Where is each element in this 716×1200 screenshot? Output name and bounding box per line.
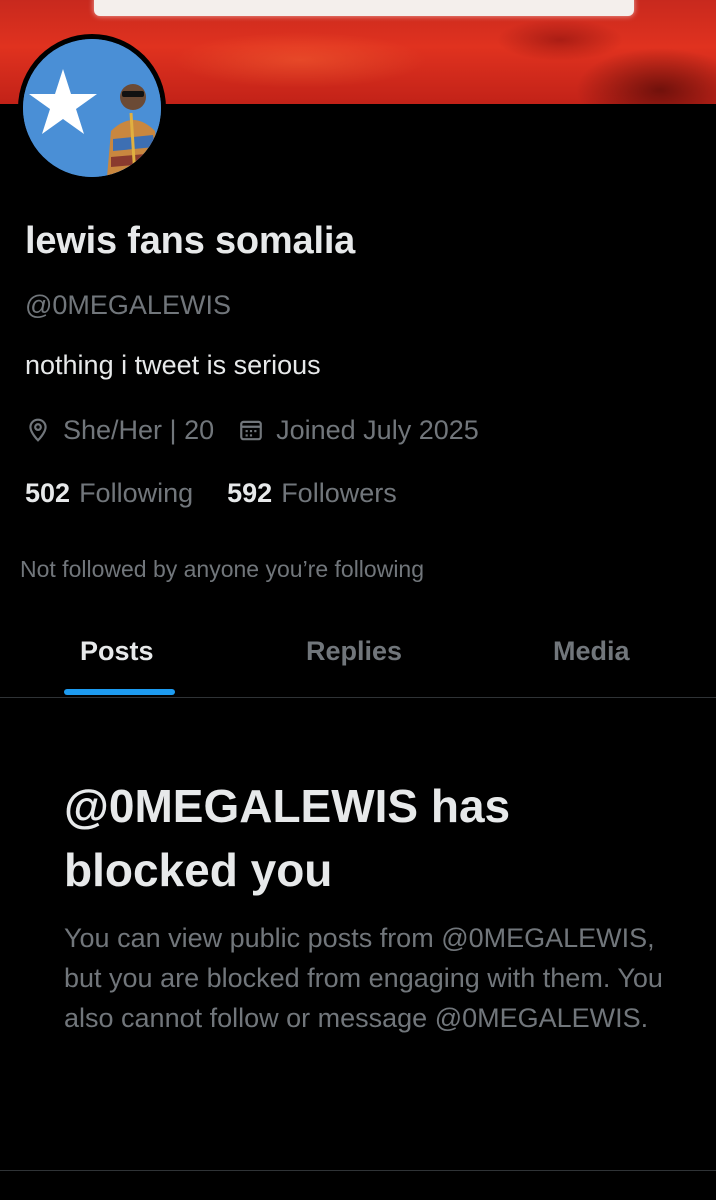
active-tab-indicator [64, 689, 175, 695]
tab-replies[interactable]: Replies [306, 636, 402, 667]
followers-link[interactable]: Followers [281, 478, 397, 509]
following-count[interactable]: 502 [25, 478, 70, 509]
following-link[interactable]: Following [79, 478, 193, 509]
avatar-illustration [23, 39, 161, 177]
profile-meta: She/Her | 20 Joined July 2025 [25, 412, 479, 448]
profile-location: She/Her | 20 [63, 414, 215, 445]
follow-stats: 502 Following 592 Followers [25, 475, 397, 511]
tab-media[interactable]: Media [553, 636, 630, 667]
blocked-title: @0MEGALEWIS has blocked you [64, 780, 511, 896]
profile-joined-date: Joined July 2025 [276, 414, 479, 445]
followers-count[interactable]: 592 [227, 478, 272, 509]
profile-bio: nothing i tweet is serious [25, 350, 321, 380]
avatar-image [23, 39, 161, 177]
avatar[interactable] [18, 34, 166, 182]
calendar-icon [238, 417, 264, 443]
profile-tabs: Posts Replies Media [0, 612, 716, 698]
location-pin-icon [25, 417, 51, 443]
profile-page: lewis fans somalia @0MEGALEWIS nothing i… [0, 0, 716, 1200]
banner-text-strip [94, 0, 634, 16]
mutual-followers-note: Not followed by anyone you’re following [20, 556, 425, 582]
blocked-description: You can view public posts from @0MEGALEW… [64, 923, 663, 1033]
profile-handle: @0MEGALEWIS [25, 290, 231, 320]
tab-posts[interactable]: Posts [80, 636, 154, 667]
display-name: lewis fans somalia [25, 220, 356, 262]
divider [0, 1170, 716, 1171]
